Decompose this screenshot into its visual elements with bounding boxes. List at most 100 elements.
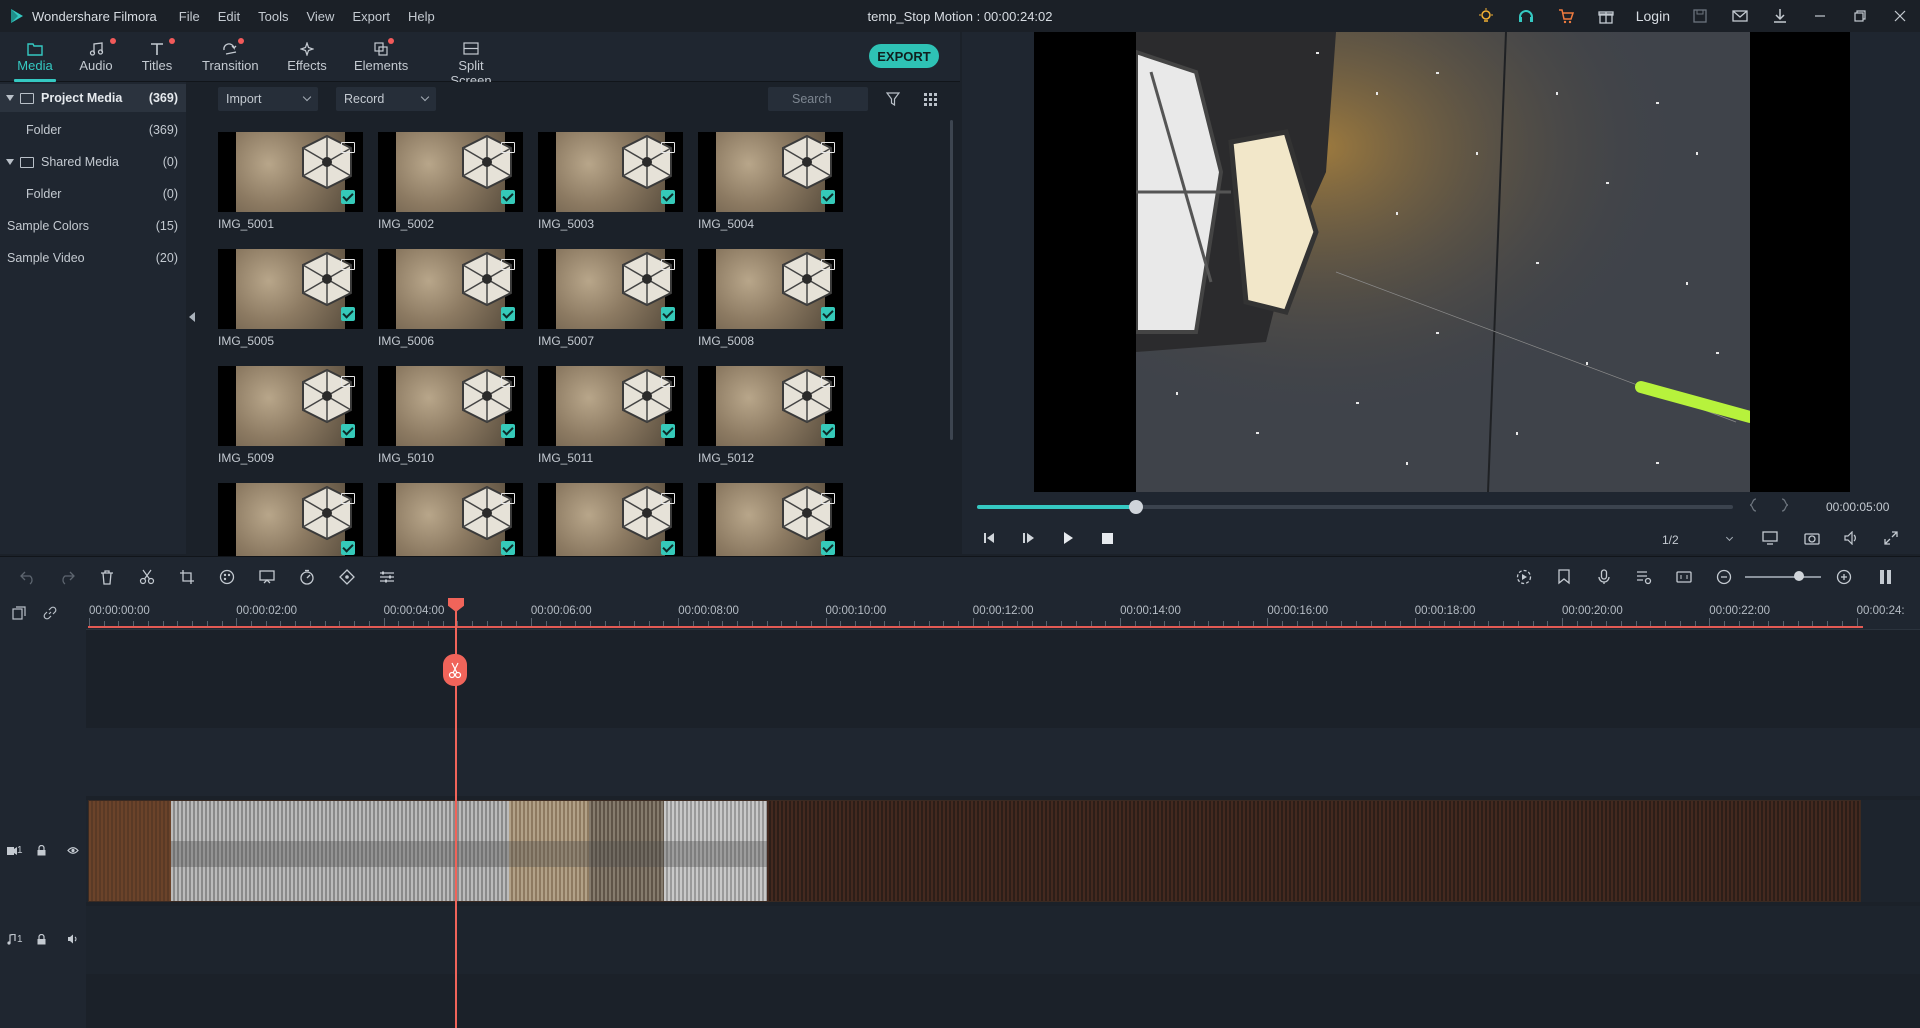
media-scrollbar[interactable] bbox=[950, 120, 953, 440]
checkmark-icon[interactable] bbox=[341, 307, 355, 321]
download-icon[interactable] bbox=[1760, 0, 1800, 32]
menu-view[interactable]: View bbox=[306, 9, 334, 24]
sidebar-item-shared-folder[interactable]: Folder (0) bbox=[0, 180, 186, 208]
menu-tools[interactable]: Tools bbox=[258, 9, 288, 24]
timeline-ruler[interactable]: 00:00:00:00 00:00:02:00 00:00:04:00 00:00:0… bbox=[86, 596, 1920, 630]
checkmark-icon[interactable] bbox=[821, 307, 835, 321]
save-icon[interactable] bbox=[1680, 0, 1720, 32]
menu-export[interactable]: Export bbox=[352, 9, 390, 24]
menu-help[interactable]: Help bbox=[408, 9, 435, 24]
checkmark-icon[interactable] bbox=[341, 541, 355, 555]
collapse-sidebar-icon[interactable] bbox=[189, 312, 195, 322]
restore-icon[interactable] bbox=[1840, 0, 1880, 32]
checkmark-icon[interactable] bbox=[661, 424, 675, 438]
checkmark-icon[interactable] bbox=[341, 190, 355, 204]
bulb-icon[interactable] bbox=[1466, 0, 1506, 32]
gift-icon[interactable] bbox=[1586, 0, 1626, 32]
tab-titles[interactable]: Titles bbox=[141, 36, 175, 78]
media-thumbnail[interactable]: IMG_5001 bbox=[218, 132, 363, 231]
lock-icon[interactable] bbox=[37, 934, 46, 945]
delete-icon[interactable] bbox=[99, 569, 115, 585]
checkmark-icon[interactable] bbox=[341, 424, 355, 438]
sidebar-item-shared-media[interactable]: Shared Media (0) bbox=[0, 148, 186, 176]
checkmark-icon[interactable] bbox=[661, 307, 675, 321]
media-thumbnail[interactable]: IMG_5002 bbox=[378, 132, 523, 231]
play-icon[interactable] bbox=[1062, 532, 1074, 544]
media-thumbnail[interactable]: IMG_5010 bbox=[378, 366, 523, 465]
record-dropdown[interactable]: Record bbox=[336, 87, 436, 111]
link-icon[interactable] bbox=[43, 606, 57, 620]
video-clip[interactable] bbox=[88, 800, 1861, 902]
grid-view-icon[interactable] bbox=[924, 93, 937, 106]
checkmark-icon[interactable] bbox=[821, 190, 835, 204]
checkmark-icon[interactable] bbox=[501, 190, 515, 204]
speed-icon[interactable] bbox=[299, 569, 315, 585]
preview-progress-slider[interactable] bbox=[977, 500, 1733, 514]
filter-icon[interactable] bbox=[886, 92, 900, 106]
undo-icon[interactable] bbox=[20, 569, 36, 585]
preview-quality-dropdown[interactable]: 1/2 bbox=[1656, 529, 1740, 551]
marker-icon[interactable] bbox=[1556, 569, 1572, 585]
adjust-icon[interactable] bbox=[379, 569, 395, 585]
stop-icon[interactable] bbox=[1102, 533, 1113, 544]
preview-progress-handle[interactable] bbox=[1128, 500, 1143, 514]
mail-icon[interactable] bbox=[1720, 0, 1760, 32]
redo-icon[interactable] bbox=[59, 569, 75, 585]
zoom-in-icon[interactable] bbox=[1836, 569, 1852, 585]
tab-media[interactable]: Media bbox=[14, 36, 56, 82]
menu-file[interactable]: File bbox=[179, 9, 200, 24]
menu-edit[interactable]: Edit bbox=[218, 9, 240, 24]
split-icon[interactable] bbox=[139, 569, 155, 585]
tab-elements[interactable]: Elements bbox=[354, 36, 408, 78]
media-thumbnail[interactable]: IMG_5007 bbox=[538, 249, 683, 348]
media-thumbnail[interactable]: IMG_5009 bbox=[218, 366, 363, 465]
import-dropdown[interactable]: Import bbox=[218, 87, 318, 111]
sidebar-item-project-media[interactable]: Project Media (369) bbox=[0, 84, 186, 112]
media-thumbnail[interactable]: IMG_5005 bbox=[218, 249, 363, 348]
fullscreen-icon[interactable] bbox=[1884, 531, 1898, 545]
voiceover-icon[interactable] bbox=[1636, 569, 1652, 585]
crop-icon[interactable] bbox=[179, 569, 195, 585]
tab-transition[interactable]: Transition bbox=[202, 36, 259, 78]
expand-arrow-icon[interactable] bbox=[6, 95, 14, 101]
eye-icon[interactable] bbox=[67, 846, 79, 855]
green-screen-icon[interactable] bbox=[259, 569, 275, 585]
play-frame-icon[interactable] bbox=[1022, 532, 1036, 544]
timeline-menu-icon[interactable] bbox=[1878, 569, 1894, 585]
lock-icon[interactable] bbox=[37, 845, 46, 856]
headset-icon[interactable] bbox=[1506, 0, 1546, 32]
media-thumbnail[interactable]: IMG_5012 bbox=[698, 366, 843, 465]
add-track-icon[interactable] bbox=[12, 606, 26, 620]
sidebar-item-sample-colors[interactable]: Sample Colors (15) bbox=[0, 212, 186, 240]
render-icon[interactable] bbox=[1516, 569, 1532, 585]
export-button[interactable]: EXPORT bbox=[869, 44, 939, 68]
snapshot-tl-icon[interactable] bbox=[1676, 569, 1692, 585]
checkmark-icon[interactable] bbox=[661, 190, 675, 204]
media-thumbnail[interactable]: IMG_5003 bbox=[538, 132, 683, 231]
checkmark-icon[interactable] bbox=[821, 424, 835, 438]
sidebar-item-sample-video[interactable]: Sample Video (20) bbox=[0, 244, 186, 272]
media-thumbnail[interactable]: IMG_5011 bbox=[538, 366, 683, 465]
snapshot-icon[interactable] bbox=[1804, 531, 1820, 545]
tab-audio[interactable]: Audio bbox=[78, 36, 116, 78]
mark-out-icon[interactable] bbox=[1781, 498, 1789, 512]
volume-icon[interactable] bbox=[1844, 531, 1860, 545]
prev-frame-icon[interactable] bbox=[982, 532, 996, 544]
mark-in-icon[interactable] bbox=[1749, 498, 1757, 512]
zoom-out-icon[interactable] bbox=[1716, 569, 1732, 585]
checkmark-icon[interactable] bbox=[501, 424, 515, 438]
keyframe-icon[interactable] bbox=[339, 569, 355, 585]
login-button[interactable]: Login bbox=[1626, 8, 1680, 24]
expand-arrow-icon[interactable] bbox=[6, 159, 14, 165]
media-thumbnail[interactable]: IMG_5004 bbox=[698, 132, 843, 231]
search-input[interactable] bbox=[768, 87, 868, 111]
checkmark-icon[interactable] bbox=[501, 541, 515, 555]
sidebar-item-folder[interactable]: Folder (369) bbox=[0, 116, 186, 144]
minimize-icon[interactable] bbox=[1800, 0, 1840, 32]
checkmark-icon[interactable] bbox=[661, 541, 675, 555]
zoom-slider-handle[interactable] bbox=[1794, 571, 1804, 581]
checkmark-icon[interactable] bbox=[501, 307, 515, 321]
zoom-slider[interactable] bbox=[1745, 576, 1821, 578]
checkmark-icon[interactable] bbox=[821, 541, 835, 555]
playhead-split-button[interactable] bbox=[443, 654, 467, 686]
